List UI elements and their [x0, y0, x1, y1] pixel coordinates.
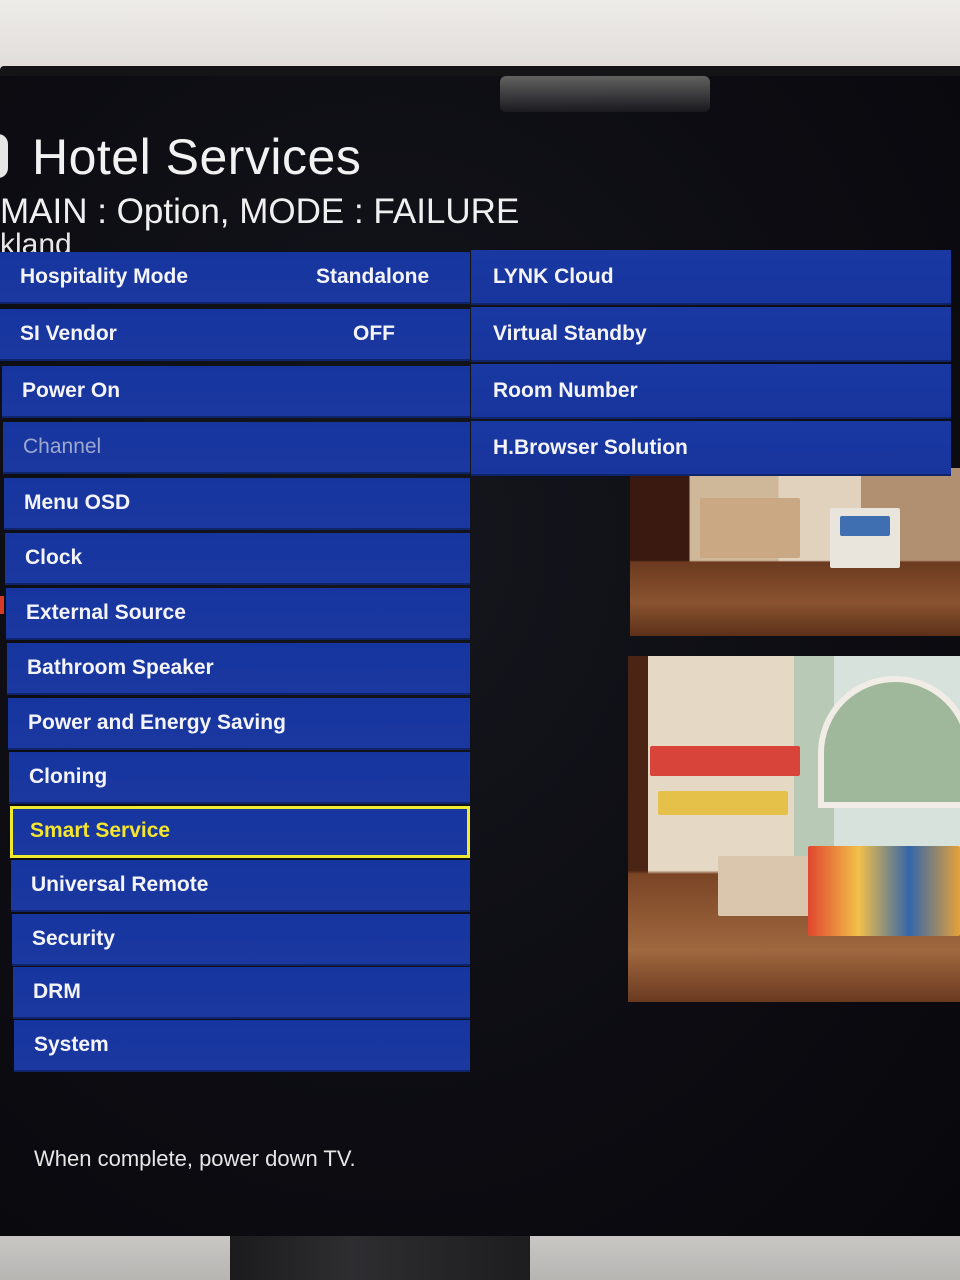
tv-screen: Hotel Services MAIN : Option, MODE : FAI…: [0, 76, 960, 1236]
snack-display: [808, 846, 960, 936]
menu-item-channel: Channel: [3, 422, 470, 474]
menu-item-label: Channel: [23, 435, 102, 458]
menu-item-smart-service[interactable]: Smart Service: [10, 806, 470, 858]
menu-item-label: Security: [32, 927, 115, 950]
menu-item-label: Bathroom Speaker: [27, 656, 214, 679]
submenu-item-lynk-cloud[interactable]: LYNK Cloud: [471, 250, 951, 305]
menu-item-power-on[interactable]: Power On: [2, 366, 470, 418]
menu-item-si-vendor[interactable]: SI Vendor OFF: [0, 309, 470, 361]
menu-item-clock[interactable]: Clock: [5, 533, 470, 585]
menu-item-label: Cloning: [29, 765, 108, 788]
menu-item-label: Universal Remote: [31, 873, 209, 896]
menu-item-power-energy-saving[interactable]: Power and Energy Saving: [8, 698, 470, 750]
product-shelf: [658, 791, 788, 815]
product-row: [840, 516, 890, 536]
store-photo-top: [630, 468, 960, 636]
submenu-item-hbrowser-solution[interactable]: H.Browser Solution: [471, 421, 951, 476]
menu-item-label: Hospitality Mode: [20, 265, 189, 288]
screen-glare: [500, 76, 710, 112]
counter: [700, 498, 800, 558]
submenu-item-label: Room Number: [493, 378, 638, 402]
menu-item-hospitality-mode[interactable]: Hospitality Mode Standalone: [0, 252, 470, 304]
menu-item-value: OFF: [353, 322, 395, 345]
menu-item-label: Power On: [22, 379, 121, 402]
submenu-item-label: Virtual Standby: [493, 321, 647, 345]
submenu-item-label: LYNK Cloud: [493, 264, 614, 288]
submenu-item-room-number[interactable]: Room Number: [471, 364, 951, 419]
hotel-icon: [0, 134, 8, 178]
background-red-mark: [0, 596, 4, 614]
store-photo-bottom: [628, 656, 960, 1002]
menu-item-label: System: [34, 1033, 109, 1056]
menu-item-cloning[interactable]: Cloning: [9, 752, 470, 804]
footer-hint: When complete, power down TV.: [34, 1146, 356, 1171]
display-table: [718, 856, 818, 916]
menu-item-external-source[interactable]: External Source: [6, 588, 470, 640]
menu-item-drm[interactable]: DRM: [13, 967, 470, 1019]
menu-item-bathroom-speaker[interactable]: Bathroom Speaker: [7, 643, 470, 695]
menu-item-label: SI Vendor: [20, 322, 117, 345]
page-title: Hotel Services: [32, 129, 362, 185]
menu-item-label: Menu OSD: [24, 491, 131, 514]
arched-window: [818, 676, 960, 808]
menu-item-label: External Source: [26, 601, 186, 624]
submenu-item-label: H.Browser Solution: [493, 435, 688, 459]
menu-item-system[interactable]: System: [14, 1020, 470, 1072]
menu-item-security[interactable]: Security: [12, 914, 470, 966]
menu-item-label: Power and Energy Saving: [28, 711, 286, 734]
menu-item-label: DRM: [33, 980, 81, 1003]
tv-stand: [230, 1236, 530, 1280]
product-shelf: [650, 746, 800, 776]
mode-subtitle: MAIN : Option, MODE : FAILURE: [0, 192, 520, 231]
menu-item-menu-osd[interactable]: Menu OSD: [4, 478, 470, 530]
submenu-item-virtual-standby[interactable]: Virtual Standby: [471, 307, 951, 362]
menu-item-universal-remote[interactable]: Universal Remote: [11, 860, 470, 912]
menu-item-value: Standalone: [316, 265, 430, 288]
menu-item-label: Clock: [25, 546, 83, 569]
menu-item-label: Smart Service: [30, 819, 171, 842]
